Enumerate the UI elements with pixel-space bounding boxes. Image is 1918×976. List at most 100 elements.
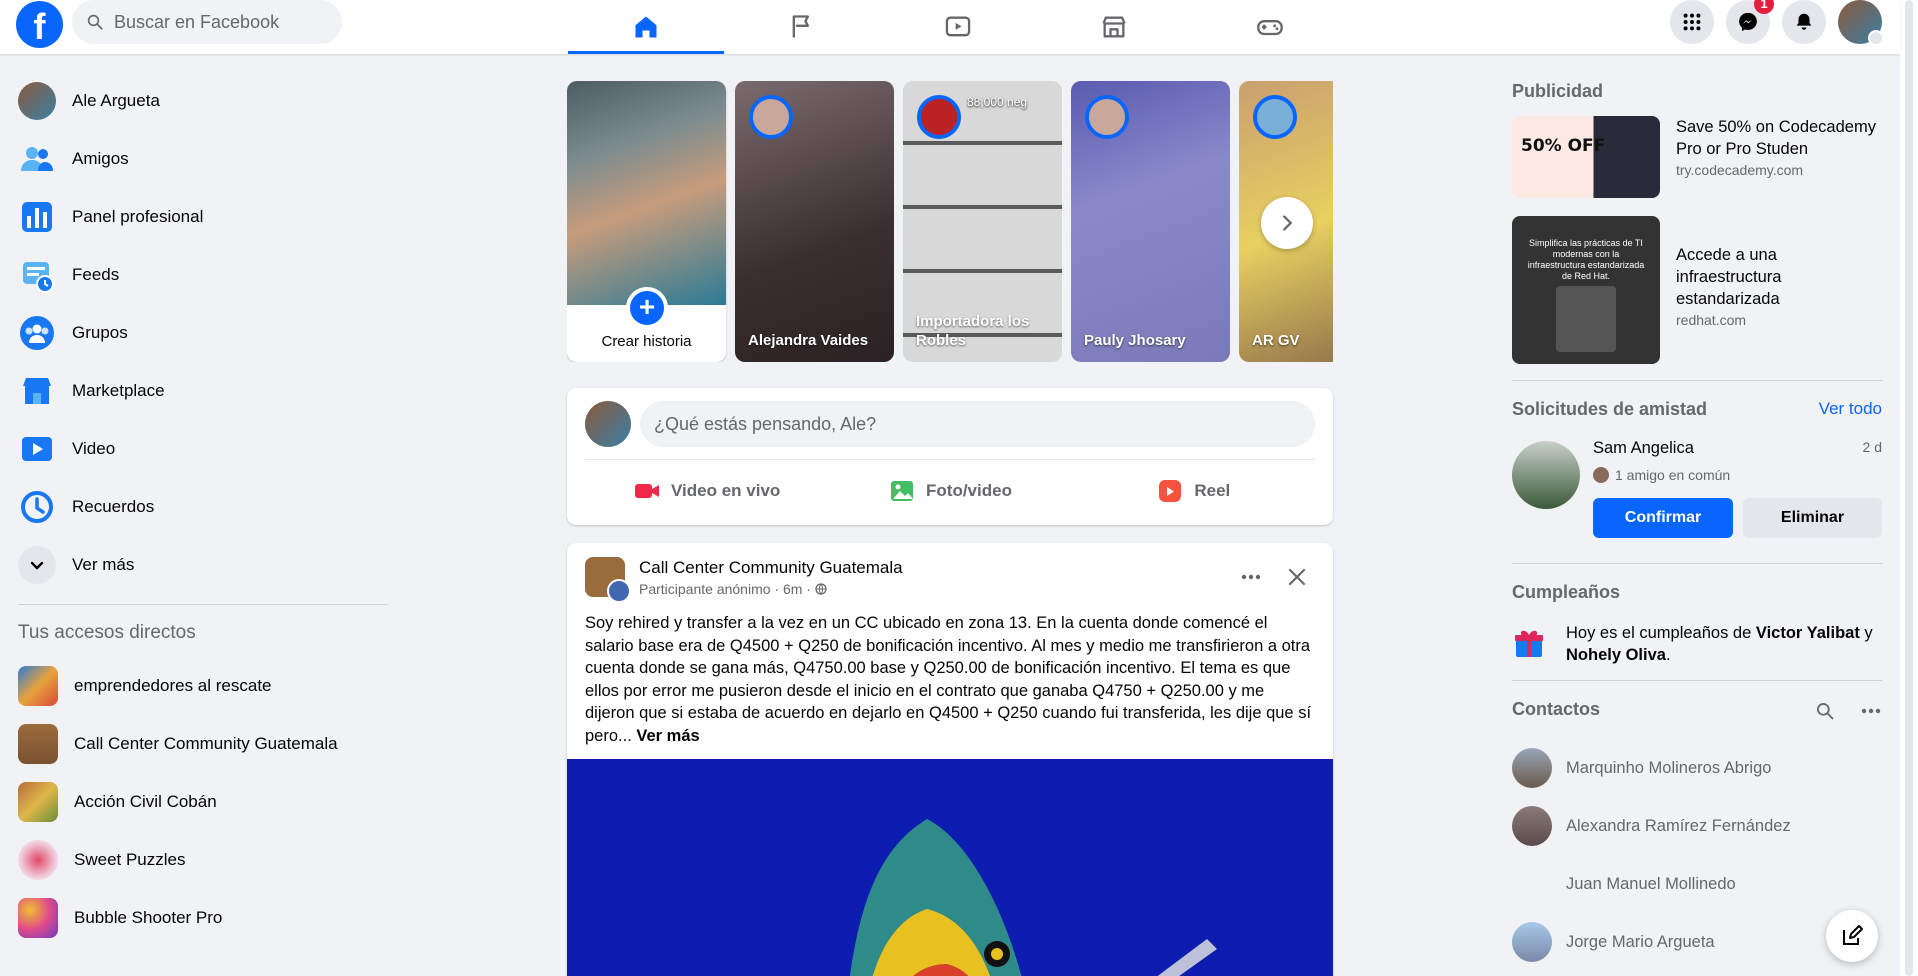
birthday-end: . — [1665, 646, 1671, 664]
plus-icon: + — [626, 287, 668, 329]
create-story-card[interactable]: + Crear historia — [567, 81, 726, 362]
left-sidebar: Ale Argueta Amigos Panel profesional Fee… — [0, 54, 400, 947]
post-text: Soy rehired y transfer a la vez en un CC… — [585, 614, 1312, 745]
hide-post-button[interactable] — [1281, 561, 1313, 593]
shortcut-label: Bubble Shooter Pro — [74, 908, 223, 927]
right-column: Publicidad 50% OFF Save 50% on Codecadem… — [1512, 54, 1882, 971]
see-more-link[interactable]: Ver más — [636, 727, 699, 745]
groups-icon — [18, 314, 56, 352]
memories-icon — [18, 488, 56, 526]
menu-button[interactable] — [1670, 0, 1714, 44]
gaming-icon — [1257, 20, 1283, 36]
game-icon — [18, 840, 58, 880]
messenger-button[interactable]: 1 — [1726, 0, 1774, 44]
avatar — [917, 95, 961, 139]
see-all-link[interactable]: Ver todo — [1819, 399, 1882, 419]
composer-input[interactable]: ¿Qué estás pensando, Ale? — [640, 401, 1315, 447]
account-icons: 1 — [1670, 0, 1884, 46]
sidebar-item-label: Feeds — [72, 265, 120, 284]
ad-item[interactable]: 50% OFF Save 50% on Codecademy Pro or Pr… — [1512, 116, 1882, 216]
story-card[interactable]: 88,000 neg Importadora los Robles — [903, 81, 1062, 362]
facebook-logo[interactable]: f — [16, 1, 63, 48]
sidebar-item-marketplace[interactable]: Marketplace — [0, 362, 400, 420]
sidebar-item-label: Marketplace — [72, 381, 165, 400]
sidebar-item-friends[interactable]: Amigos — [0, 130, 400, 188]
shortcut-item[interactable]: Acción Civil Cobán — [0, 773, 400, 831]
more-icon[interactable] — [1860, 700, 1882, 722]
shortcut-item[interactable]: Bubble Shooter Pro — [0, 889, 400, 947]
birthday-text: Hoy es el cumpleaños de Victor Yalibat y… — [1566, 622, 1882, 666]
search-icon — [87, 14, 103, 30]
video-icon — [945, 16, 971, 37]
tab-home[interactable] — [568, 0, 724, 54]
contact-name: Juan Manuel Mollinedo — [1566, 874, 1736, 893]
fish-image — [849, 819, 1217, 976]
tab-video[interactable] — [880, 0, 1036, 54]
tab-marketplace[interactable] — [1036, 0, 1192, 54]
shortcut-item[interactable]: Call Center Community Guatemala — [0, 715, 400, 773]
birthday-person[interactable]: Victor Yalibat — [1756, 624, 1860, 642]
shortcut-item[interactable]: emprendedores al rescate — [0, 657, 400, 715]
photo-video-button[interactable]: Foto/video — [828, 466, 1071, 516]
scrollbar-thumb[interactable] — [1905, 0, 1913, 976]
chevron-right-icon — [1283, 215, 1293, 231]
contact-name: Jorge Mario Argueta — [1566, 932, 1715, 951]
live-video-button[interactable]: Video en vivo — [585, 466, 828, 516]
story-photo — [567, 81, 726, 305]
ad-item[interactable]: Simplifica las prácticas de TI modernas … — [1512, 216, 1882, 368]
account-avatar[interactable] — [1838, 0, 1884, 46]
sidebar-item-groups[interactable]: Grupos — [0, 304, 400, 362]
post-group-name[interactable]: Call Center Community Guatemala — [639, 558, 903, 578]
new-message-button[interactable] — [1826, 910, 1878, 962]
messenger-icon — [1739, 12, 1757, 32]
action-label: Video en vivo — [671, 481, 781, 500]
ad-image-text: 50% OFF — [1521, 136, 1606, 156]
story-card[interactable]: Alejandra Vaides — [735, 81, 894, 362]
post-options-button[interactable] — [1235, 561, 1267, 593]
bell-icon — [1796, 13, 1812, 30]
post-image[interactable] — [567, 759, 1333, 976]
delete-button[interactable]: Eliminar — [1743, 498, 1882, 538]
birthdays-section: Cumpleaños Hoy es el cumpleaños de Victo… — [1512, 564, 1882, 680]
contact-item[interactable]: Alexandra Ramírez Fernández — [1512, 797, 1882, 855]
request-name[interactable]: Sam Angelica — [1593, 439, 1694, 458]
marketplace-icon — [18, 372, 56, 410]
stories-next-button[interactable] — [1261, 197, 1313, 249]
top-bar: f 1 — [0, 0, 1900, 54]
confirm-button[interactable]: Confirmar — [1593, 498, 1733, 538]
notifications-button[interactable] — [1782, 0, 1826, 44]
search-input[interactable] — [114, 11, 324, 33]
shortcut-item[interactable]: Sweet Puzzles — [0, 831, 400, 889]
chevron-down-icon — [18, 546, 56, 584]
action-label: Foto/video — [926, 481, 1012, 500]
shortcut-label: emprendedores al rescate — [74, 676, 272, 695]
sidebar-item-label: Grupos — [72, 323, 128, 342]
page-scrollbar[interactable] — [1900, 0, 1918, 976]
story-card[interactable]: Pauly Jhosary — [1071, 81, 1230, 362]
reel-button[interactable]: Reel — [1072, 466, 1315, 516]
reel-icon — [1159, 480, 1182, 502]
search-box[interactable] — [72, 0, 342, 44]
sidebar-item-memories[interactable]: Recuerdos — [0, 478, 400, 536]
create-story-label: Crear historia — [601, 333, 692, 350]
birthday-person[interactable]: Nohely Oliva — [1566, 646, 1666, 664]
tab-pages[interactable] — [724, 0, 880, 54]
marketplace-icon — [1102, 16, 1126, 38]
dashboard-icon — [18, 198, 56, 236]
contact-item[interactable]: Marquinho Molineros Abrigo — [1512, 739, 1882, 797]
sidebar-item-feeds[interactable]: Feeds — [0, 246, 400, 304]
ad-title: Accede a una infraestructura estandariza… — [1676, 246, 1782, 308]
group-avatar[interactable] — [585, 557, 631, 603]
tab-gaming[interactable] — [1192, 0, 1348, 54]
sidebar-item-dashboard[interactable]: Panel profesional — [0, 188, 400, 246]
story-name: AR GV — [1252, 332, 1300, 349]
friends-icon — [18, 140, 56, 178]
sidebar-see-more[interactable]: Ver más — [0, 536, 400, 594]
avatar[interactable] — [1512, 441, 1580, 509]
search-icon[interactable] — [1815, 701, 1835, 721]
contact-item[interactable]: Juan Manuel Mollinedo — [1512, 855, 1882, 913]
ad-url: redhat.com — [1676, 312, 1747, 328]
sidebar-item-video[interactable]: Video — [0, 420, 400, 478]
ads-title: Publicidad — [1512, 81, 1604, 101]
sidebar-item-profile[interactable]: Ale Argueta — [0, 72, 400, 130]
